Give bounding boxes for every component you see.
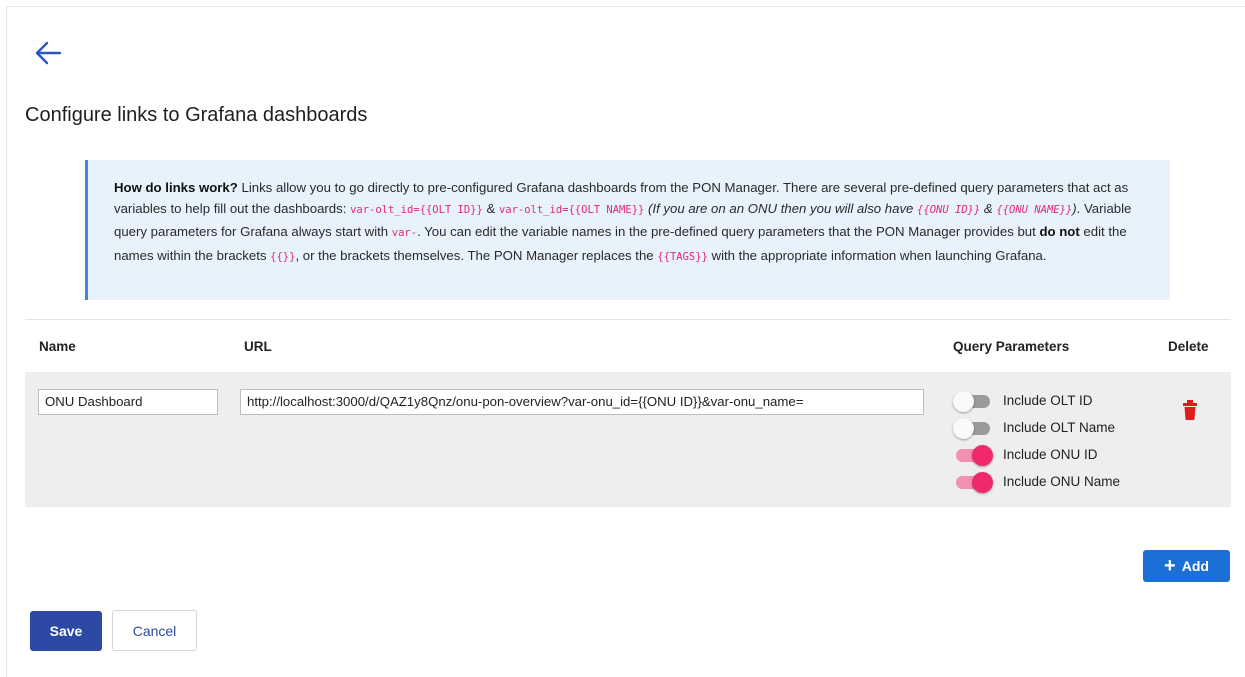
info-bold: do not [1039,224,1080,240]
info-code: var- [391,227,418,240]
divider [25,319,1231,320]
toggle-knob [972,445,993,466]
column-header-query-parameters: Query Parameters [953,339,1070,354]
trash-icon[interactable] [1183,400,1197,420]
info-text: & [482,201,499,217]
url-input[interactable]: http://localhost:3000/d/QAZ1y8Qnz/onu-po… [240,389,924,415]
table-row: ONU Dashboard http://localhost:3000/d/QA… [25,372,1231,507]
info-code: {{TAGS}} [657,250,708,263]
toggle-label: Include OLT ID [1003,393,1093,408]
arrow-left-icon[interactable] [33,40,63,66]
info-code: {{ONU ID}} [917,204,981,217]
info-italic: & [980,201,997,217]
save-button[interactable]: Save [30,611,102,651]
info-text: with the appropriate information when la… [707,247,1047,263]
info-code: {{}} [270,250,296,263]
add-button[interactable]: + Add [1143,550,1230,582]
toggle-include-olt-id[interactable] [953,390,994,412]
info-text: . You can edit the variable names in the… [417,224,1040,240]
cancel-button[interactable]: Cancel [112,610,197,651]
plus-icon: + [1164,555,1176,577]
toggle-label: Include ONU ID [1003,447,1098,462]
toggle-label: Include ONU Name [1003,474,1121,489]
info-text: , or the brackets themselves. The PON Ma… [295,247,658,263]
info-box: How do links work? Links allow you to go… [85,160,1170,300]
toggle-include-olt-name[interactable] [953,417,994,439]
info-italic: (If you are on an ONU then you will also… [644,201,918,217]
info-heading: How do links work? [114,180,238,195]
toggle-include-onu-name[interactable] [954,471,994,493]
column-header-url: URL [244,339,272,354]
page-title: Configure links to Grafana dashboards [25,104,368,126]
name-input[interactable]: ONU Dashboard [38,389,218,415]
toggle-knob [953,418,974,439]
info-code: var-olt_id={{OLT NAME}} [498,204,645,217]
info-code: {{ONU NAME}} [996,204,1073,217]
add-button-label: Add [1181,558,1209,574]
toggle-knob [953,391,974,412]
column-header-name: Name [39,339,76,354]
column-header-delete: Delete [1168,339,1209,354]
toggle-label: Include OLT Name [1003,420,1116,435]
toggle-include-onu-id[interactable] [954,444,994,466]
toggle-knob [972,472,993,493]
info-code: var-olt_id={{OLT ID}} [350,204,483,217]
